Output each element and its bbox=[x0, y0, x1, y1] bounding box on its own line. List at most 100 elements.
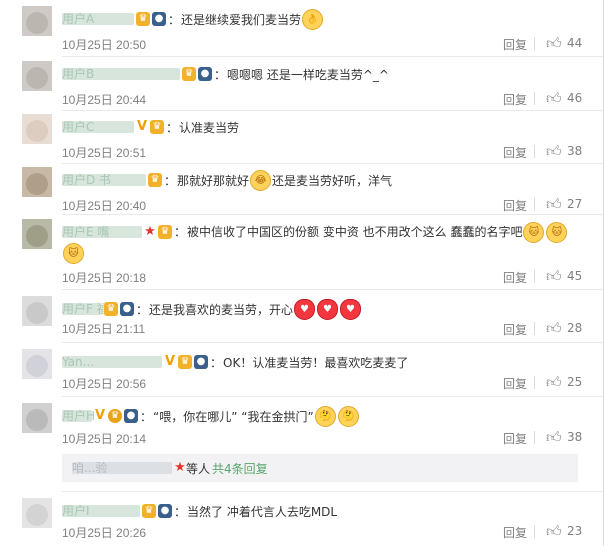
reply-button[interactable]: 回复 bbox=[503, 197, 527, 214]
reply-users[interactable]: 咱...验 bbox=[72, 462, 172, 474]
comment-text: 那就好那就好 bbox=[177, 173, 250, 188]
username-link[interactable]: 用户C bbox=[62, 121, 134, 133]
timestamp: 10月25日 20:26 bbox=[62, 526, 147, 540]
username-link[interactable]: 用户D 书 bbox=[62, 174, 146, 186]
divider bbox=[62, 214, 603, 215]
like-count: 38 bbox=[567, 430, 583, 444]
avatar[interactable] bbox=[22, 219, 52, 249]
member-badge-icon: ● bbox=[158, 504, 172, 518]
cat-emoji-icon: 🐱 bbox=[546, 221, 568, 243]
avatar[interactable] bbox=[22, 167, 52, 197]
avatar[interactable] bbox=[22, 114, 52, 144]
divider bbox=[62, 342, 603, 343]
timestamp: 10月25日 20:44 bbox=[62, 93, 147, 107]
divider bbox=[534, 92, 535, 105]
reply-button[interactable]: 回复 bbox=[503, 430, 527, 447]
reply-button[interactable]: 回复 bbox=[503, 375, 527, 392]
timestamp: 10月25日 20:14 bbox=[62, 432, 147, 446]
avatar[interactable] bbox=[22, 6, 52, 36]
avatar[interactable] bbox=[22, 403, 52, 433]
thinking-emoji-icon: 🤔 bbox=[314, 405, 336, 427]
like-count: 38 bbox=[567, 144, 583, 158]
timestamp: 10月25日 20:50 bbox=[62, 38, 147, 52]
crown-badge-icon: ♛ bbox=[148, 173, 162, 187]
ok-hand-emoji-icon: 👌 bbox=[302, 8, 324, 30]
divider bbox=[534, 145, 535, 158]
divider bbox=[62, 163, 603, 164]
orange-v-icon: V bbox=[136, 119, 148, 134]
colon: ： bbox=[140, 409, 153, 424]
username-link[interactable]: Yan... bbox=[62, 356, 162, 368]
member-badge-icon: ● bbox=[194, 355, 208, 369]
avatar[interactable] bbox=[22, 61, 52, 91]
username-link[interactable]: 用户I bbox=[62, 505, 140, 517]
reply-button[interactable]: 回复 bbox=[503, 91, 527, 108]
divider bbox=[62, 289, 603, 290]
heart-emoji-icon: ♥ bbox=[317, 298, 339, 320]
timestamp: 10月25日 20:51 bbox=[62, 146, 147, 160]
thumbs-up-icon[interactable]: 👍︎ bbox=[546, 34, 562, 52]
thumbs-up-icon[interactable]: 👍︎ bbox=[546, 522, 562, 540]
comment-text: 嗯嗯嗯 还是一样吃麦当劳^_^ bbox=[227, 67, 389, 82]
cat-emoji-icon: 🐱 bbox=[523, 221, 545, 243]
reply-button[interactable]: 回复 bbox=[503, 144, 527, 161]
username-link[interactable]: 用户A bbox=[62, 13, 134, 25]
comment-text: “喂，你在哪儿” “我在金拱门” bbox=[153, 409, 314, 424]
reply-button[interactable]: 回复 bbox=[503, 524, 527, 541]
comment-item: 用户I ♛ ● ： 当然了 冲着代言人去吃MDL 10月25日 20:26 回复… bbox=[0, 498, 603, 546]
reply-button[interactable]: 回复 bbox=[503, 36, 527, 53]
like-count: 44 bbox=[567, 36, 583, 50]
thumbs-up-icon[interactable]: 👍︎ bbox=[546, 89, 562, 107]
username-link[interactable]: 用户E 嘴 bbox=[62, 226, 142, 238]
divider bbox=[534, 376, 535, 389]
avatar[interactable] bbox=[22, 296, 52, 326]
comment-text: 还是麦当劳好听，洋气 bbox=[272, 173, 393, 188]
like-count: 25 bbox=[567, 375, 583, 389]
divider bbox=[534, 322, 535, 335]
thumbs-up-icon[interactable]: 👍︎ bbox=[546, 428, 562, 446]
username-link[interactable]: 用户F 福 bbox=[62, 303, 109, 315]
thumbs-up-icon[interactable]: 👍︎ bbox=[546, 319, 562, 337]
thumbs-up-icon[interactable]: 👍︎ bbox=[546, 142, 562, 160]
thumbs-up-icon[interactable]: 👍︎ bbox=[546, 373, 562, 391]
timestamp: 10月25日 20:40 bbox=[62, 199, 147, 213]
like-count: 27 bbox=[567, 197, 583, 211]
comment-list: 用户A ♛ ● ： 还是继续爱我们麦当劳 👌 10月25日 20:50 回复 👍… bbox=[0, 0, 604, 546]
member-badge-icon: ● bbox=[120, 302, 134, 316]
colon: ： bbox=[168, 12, 181, 27]
comment-item: Yan... V ♛ ● ： OK！认准麦当劳！最喜欢吃麦麦了 10月25日 2… bbox=[0, 349, 603, 407]
reply-button[interactable]: 回复 bbox=[503, 321, 527, 338]
more-replies-bar[interactable]: 咱...验 ★ 等人 共4条回复 bbox=[62, 454, 578, 482]
thumbs-up-icon[interactable]: 👍︎ bbox=[546, 195, 562, 213]
orange-v-icon: V bbox=[164, 354, 176, 369]
username-link[interactable]: 用户H bbox=[62, 410, 95, 422]
crown-badge-icon: ♛ bbox=[182, 67, 196, 81]
orange-v-icon: V bbox=[94, 408, 106, 423]
comment-item: 用户F 福 ♛ ● ： 还是我喜欢的麦当劳，开心 ♥ ♥ ♥ 10月25日 21… bbox=[0, 296, 603, 354]
avatar[interactable] bbox=[22, 349, 52, 379]
heart-emoji-icon: ♥ bbox=[340, 298, 362, 320]
comment-text: 被中信收了中国区的份额 变中资 也不用改个这么 蠢蠢的名字吧 bbox=[187, 225, 523, 239]
comment-text: 还是我喜欢的麦当劳，开心 bbox=[149, 302, 294, 317]
thumbs-up-icon[interactable]: 👍︎ bbox=[546, 267, 562, 285]
avatar[interactable] bbox=[22, 498, 52, 528]
reply-button[interactable]: 回复 bbox=[503, 269, 527, 286]
view-replies-link[interactable]: 共4条回复 bbox=[212, 460, 268, 477]
colon: ： bbox=[174, 504, 187, 519]
red-star-icon: ★ bbox=[144, 224, 156, 239]
colon: ： bbox=[164, 173, 177, 188]
divider bbox=[62, 491, 603, 492]
colon: ： bbox=[210, 355, 223, 370]
divider bbox=[534, 198, 535, 211]
crown-badge-icon: ♛ bbox=[150, 120, 164, 134]
username-link[interactable]: 用户B bbox=[62, 68, 180, 80]
reply-users-suffix: 等人 bbox=[186, 461, 211, 476]
colon: ： bbox=[136, 302, 149, 317]
divider bbox=[62, 56, 603, 57]
comment-text: 认准麦当劳 bbox=[179, 120, 240, 135]
cat-emoji-icon: 🐱 bbox=[63, 243, 84, 264]
member-badge-icon: ● bbox=[198, 67, 212, 81]
colon: ： bbox=[214, 67, 227, 82]
crown-badge-icon: ♛ bbox=[178, 355, 192, 369]
timestamp: 10月25日 20:56 bbox=[62, 377, 147, 391]
